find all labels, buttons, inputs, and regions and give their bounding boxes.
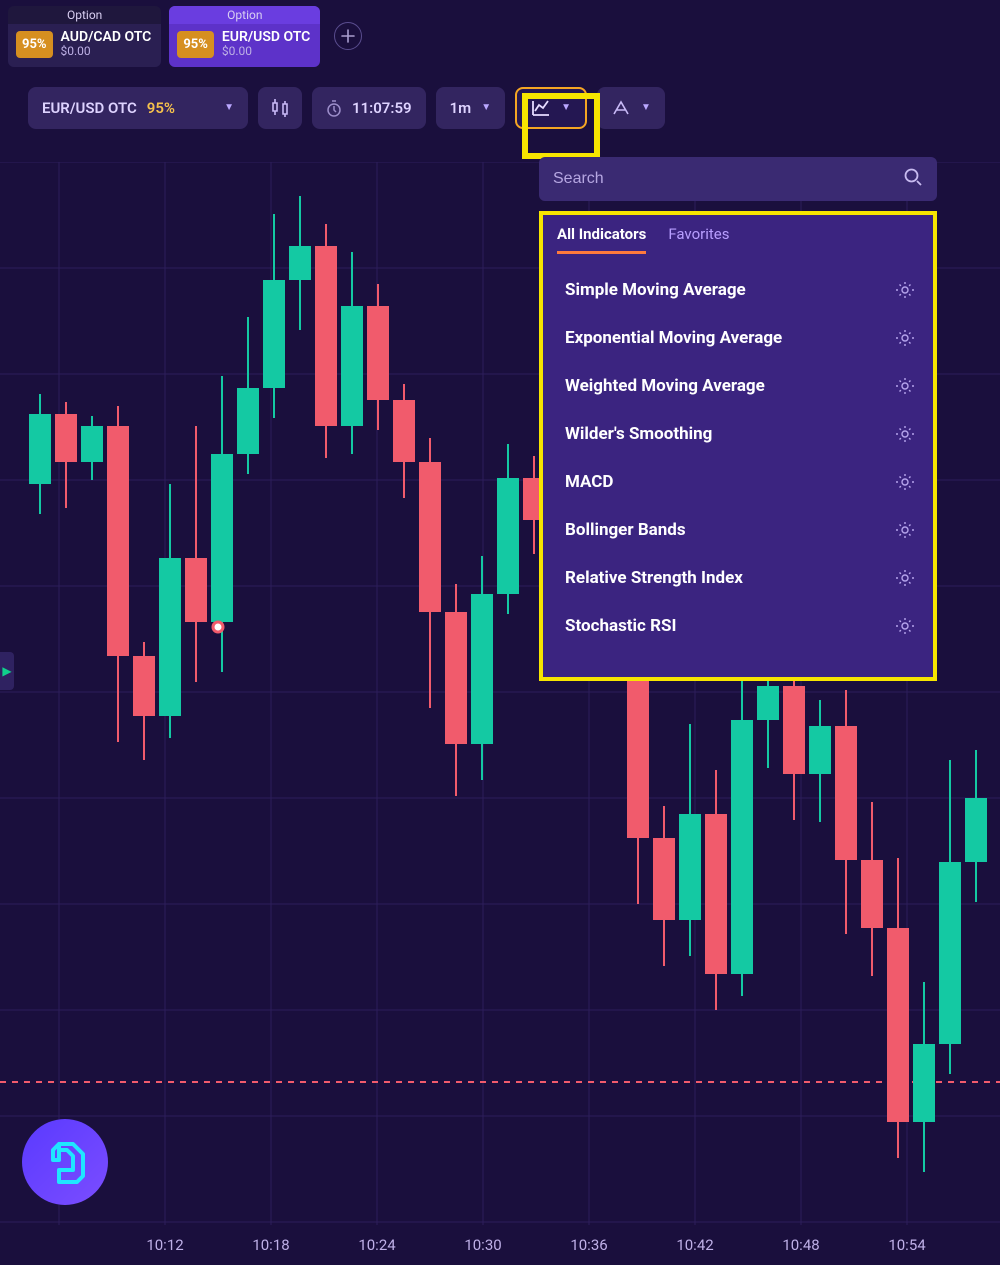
indicator-item[interactable]: Weighted Moving Average [557, 362, 923, 410]
search-icon [903, 167, 923, 191]
gear-icon[interactable] [895, 424, 915, 444]
drawing-icon [611, 99, 631, 117]
x-tick-label: 10:36 [570, 1236, 607, 1254]
gear-icon[interactable] [895, 568, 915, 588]
time-value: 11:07:59 [352, 99, 412, 117]
tab-type-label: Option [8, 6, 161, 24]
payout-badge: 95% [16, 31, 53, 58]
gear-icon[interactable] [895, 376, 915, 396]
interval-selector[interactable]: 1m ▼ [436, 87, 506, 129]
asset-tabs-row: Option 95% AUD/CAD OTC $0.00 Option 95% … [0, 0, 1000, 73]
tab-pair-label: EUR/USD OTC [222, 30, 310, 45]
logo-icon [39, 1136, 91, 1188]
chevron-down-icon: ▼ [224, 102, 234, 113]
chevron-down-icon: ▼ [641, 102, 651, 113]
indicators-button[interactable]: ▼ [515, 87, 587, 129]
clock-icon [326, 99, 342, 117]
asset-selector[interactable]: EUR/USD OTC 95% ▼ [28, 87, 248, 129]
asset-name: EUR/USD OTC [42, 99, 137, 117]
indicator-search-box[interactable] [539, 157, 937, 201]
tab-type-label: Option [169, 6, 320, 24]
indicator-list: Simple Moving Average Exponential Moving … [543, 254, 933, 650]
x-tick-label: 10:42 [676, 1236, 713, 1254]
brand-logo [22, 1119, 108, 1205]
indicator-item[interactable]: Relative Strength Index [557, 554, 923, 602]
x-tick-label: 10:54 [888, 1236, 925, 1254]
indicator-item[interactable]: MACD [557, 458, 923, 506]
gear-icon[interactable] [895, 280, 915, 300]
chevron-down-icon: ▼ [481, 102, 491, 113]
indicators-panel: All Indicators Favorites Simple Moving A… [539, 157, 937, 681]
x-tick-label: 10:24 [358, 1236, 395, 1254]
chart-toolbar: EUR/USD OTC 95% ▼ 11:07:59 1m ▼ ▼ ▼ [0, 73, 1000, 139]
drawing-tools-button[interactable]: ▼ [597, 87, 665, 129]
asset-tab-eur-usd[interactable]: Option 95% EUR/USD OTC $0.00 [169, 6, 320, 67]
indicators-panel-body: All Indicators Favorites Simple Moving A… [539, 211, 937, 681]
x-tick-label: 10:30 [464, 1236, 501, 1254]
x-tick-label: 10:12 [146, 1236, 183, 1254]
gear-icon[interactable] [895, 328, 915, 348]
gear-icon[interactable] [895, 472, 915, 492]
indicator-label: Simple Moving Average [565, 280, 746, 300]
chevron-down-icon: ▼ [561, 102, 571, 113]
add-tab-button[interactable] [334, 22, 362, 50]
tab-price-label: $0.00 [222, 45, 310, 58]
indicator-label: Relative Strength Index [565, 568, 743, 588]
gear-icon[interactable] [895, 520, 915, 540]
chart-type-button[interactable] [258, 87, 302, 129]
tab-pair-label: AUD/CAD OTC [61, 30, 152, 45]
interval-value: 1m [450, 99, 472, 117]
indicator-label: Wilder's Smoothing [565, 424, 712, 444]
indicator-item[interactable]: Wilder's Smoothing [557, 410, 923, 458]
x-tick-label: 10:18 [252, 1236, 289, 1254]
asset-tab-aud-cad[interactable]: Option 95% AUD/CAD OTC $0.00 [8, 6, 161, 67]
indicator-label: Stochastic RSI [565, 616, 676, 636]
expand-sidebar-handle[interactable]: ▶ [0, 652, 14, 690]
x-axis: 10:12 10:18 10:24 10:30 10:36 10:42 10:48 10:54 [0, 1225, 1000, 1265]
tab-price-label: $0.00 [61, 45, 152, 58]
plus-icon [341, 29, 355, 43]
time-display[interactable]: 11:07:59 [312, 87, 426, 129]
indicator-item[interactable]: Bollinger Bands [557, 506, 923, 554]
tab-favorites[interactable]: Favorites [668, 225, 729, 254]
gear-icon[interactable] [895, 616, 915, 636]
indicator-label: Weighted Moving Average [565, 376, 765, 396]
chevron-right-icon: ▶ [2, 664, 11, 678]
chart-line-icon [531, 99, 551, 117]
indicator-item[interactable]: Exponential Moving Average [557, 314, 923, 362]
indicator-search-input[interactable] [553, 170, 903, 188]
payout-badge: 95% [177, 31, 214, 58]
x-tick-label: 10:48 [782, 1236, 819, 1254]
indicator-item[interactable]: Simple Moving Average [557, 266, 923, 314]
indicator-label: Bollinger Bands [565, 520, 686, 540]
indicator-label: Exponential Moving Average [565, 328, 782, 348]
asset-payout: 95% [147, 99, 175, 117]
indicator-label: MACD [565, 472, 613, 492]
indicator-item[interactable]: Stochastic RSI [557, 602, 923, 650]
tab-all-indicators[interactable]: All Indicators [557, 225, 646, 254]
candlestick-icon [270, 97, 290, 119]
indicator-panel-tabs: All Indicators Favorites [543, 215, 933, 254]
